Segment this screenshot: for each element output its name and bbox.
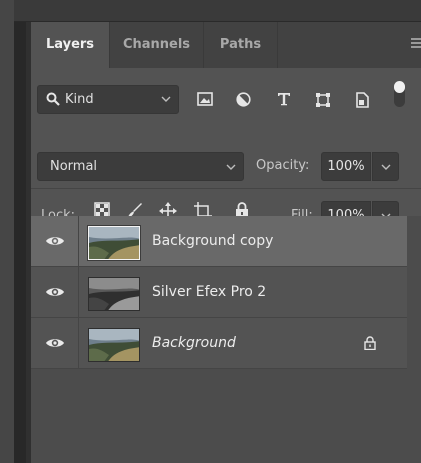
layer-thumbnail[interactable] xyxy=(88,328,140,362)
layer-name[interactable]: Silver Efex Pro 2 xyxy=(152,284,266,300)
layer-name[interactable]: Background xyxy=(152,335,236,351)
filter-toggle-switch[interactable] xyxy=(394,81,405,107)
chevron-down-icon xyxy=(161,96,171,102)
layer-row-background-copy[interactable]: Background copy xyxy=(31,216,407,267)
chevron-down-icon xyxy=(381,164,391,170)
visibility-toggle[interactable] xyxy=(31,216,79,267)
visibility-toggle[interactable] xyxy=(31,318,79,369)
layers-scroll-area[interactable] xyxy=(407,216,421,463)
opacity-dropdown-button[interactable] xyxy=(372,152,399,181)
left-dock-strip xyxy=(0,0,14,463)
opacity-input[interactable]: 100% xyxy=(321,152,371,181)
panel-menu-icon[interactable] xyxy=(411,38,421,50)
dock-header xyxy=(14,0,421,22)
toolbar-divider xyxy=(31,188,421,189)
opacity-label: Opacity: xyxy=(256,158,310,173)
visibility-toggle[interactable] xyxy=(31,267,79,318)
shape-filter-icon[interactable] xyxy=(315,92,331,108)
chevron-down-icon xyxy=(226,164,236,170)
eye-icon xyxy=(46,288,64,296)
layer-row-silver-efex[interactable]: Silver Efex Pro 2 xyxy=(31,267,407,318)
eye-icon xyxy=(46,237,64,245)
layer-thumbnail[interactable] xyxy=(87,225,141,261)
layer-thumbnail[interactable] xyxy=(88,277,140,311)
type-filter-icon[interactable] xyxy=(277,92,291,106)
layer-name[interactable]: Background copy xyxy=(152,233,273,249)
panel-tab-bar: Layers Channels Paths xyxy=(31,22,421,68)
layer-row-background[interactable]: Background xyxy=(31,318,407,369)
filter-kind-label: Kind xyxy=(65,92,94,107)
blend-mode-label: Normal xyxy=(50,159,98,174)
smart-object-filter-icon[interactable] xyxy=(355,92,369,108)
adjustment-filter-icon[interactable] xyxy=(236,92,251,107)
eye-icon xyxy=(46,339,64,347)
blend-mode-select[interactable]: Normal xyxy=(37,152,244,181)
layers-toolbar: Kind Normal Opacity: 100% xyxy=(31,68,421,230)
tab-layers[interactable]: Layers xyxy=(31,22,109,68)
filter-kind-select[interactable]: Kind xyxy=(37,85,179,114)
tab-channels[interactable]: Channels xyxy=(110,22,203,68)
tab-divider xyxy=(277,22,278,68)
pixel-filter-icon[interactable] xyxy=(197,92,213,106)
layer-lock-icon[interactable] xyxy=(364,336,376,350)
search-icon xyxy=(46,92,60,106)
tab-paths[interactable]: Paths xyxy=(204,22,277,68)
layers-panel: Layers Channels Paths Kind Normal Opacit… xyxy=(31,22,421,463)
